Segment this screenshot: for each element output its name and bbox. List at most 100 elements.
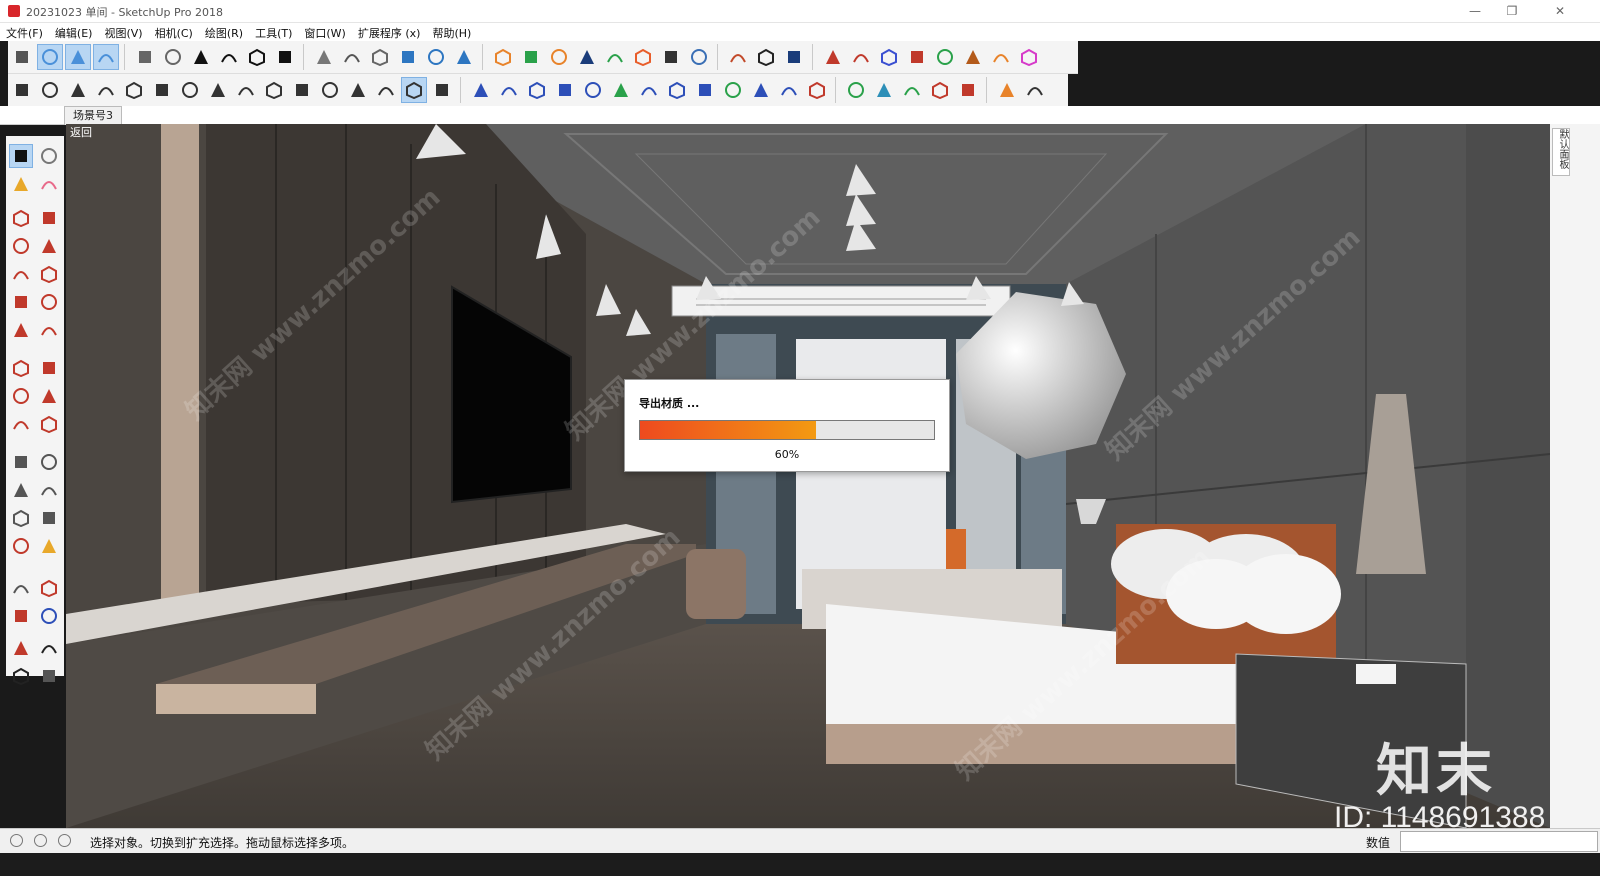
shape-rhombus-icon[interactable] [65,77,91,103]
3d-warehouse-icon[interactable] [602,44,628,70]
left-view-icon[interactable] [272,44,298,70]
rectangle-icon[interactable] [9,234,33,258]
default-tray-tab[interactable]: 默认面板 [1552,128,1570,176]
curve-cross-icon[interactable] [580,77,606,103]
zoom-extents-icon[interactable] [9,604,33,628]
section-plane-icon[interactable] [37,664,61,688]
shape-drop-icon[interactable] [205,77,231,103]
curve-rect-icon[interactable] [636,77,662,103]
refresh-sync-icon[interactable] [518,44,544,70]
geo-location-icon[interactable] [10,834,23,847]
arc-2pt-icon[interactable] [37,290,61,314]
mail-icon[interactable] [753,44,779,70]
sandbox-x-icon[interactable] [988,44,1014,70]
curve-zig-green-icon[interactable] [720,77,746,103]
curve-hump-icon[interactable] [776,77,802,103]
polygon-icon[interactable] [871,77,897,103]
zoom-window-icon[interactable] [37,576,61,600]
shape-pentagon-icon[interactable] [317,77,343,103]
settings-gear-icon[interactable] [725,44,751,70]
look-around-icon[interactable] [37,636,61,660]
sandbox-n-icon[interactable] [960,44,986,70]
shape-triangle-icon[interactable] [93,77,119,103]
menu-window[interactable]: 窗口(W) [298,23,351,41]
eraser-icon[interactable] [37,172,61,196]
polyline-icon[interactable] [843,77,869,103]
wrench-icon[interactable] [899,77,925,103]
back-edges-icon[interactable] [65,44,91,70]
viewport-back-label[interactable]: 返回 [70,124,92,140]
extension-warehouse-icon[interactable] [490,44,516,70]
add-location-icon[interactable] [574,44,600,70]
right-view-icon[interactable] [216,44,242,70]
back-view-icon[interactable] [244,44,270,70]
pie-icon[interactable] [37,318,61,342]
shape-cup-icon[interactable] [177,77,203,103]
shaded-texture-icon[interactable] [423,44,449,70]
scene-tab[interactable]: 场景号3 [64,106,122,125]
wireframe-mode-icon[interactable] [339,44,365,70]
shape-ellipse-icon[interactable] [289,77,315,103]
pan-hand-icon[interactable] [37,534,61,558]
model-viewport[interactable]: 返回 知末网 www.znzmo.com 知末网 www.znzmo.com 知… [66,124,1550,828]
color-palette-icon[interactable] [994,77,1020,103]
dimension-icon[interactable] [37,450,61,474]
user-account-icon[interactable] [58,834,71,847]
component-icon[interactable] [37,144,61,168]
iso-view-icon[interactable] [132,44,158,70]
front-view-icon[interactable] [188,44,214,70]
sandbox-equal-icon[interactable] [848,44,874,70]
cloud-upload-icon[interactable] [686,44,712,70]
shape-dome-icon[interactable] [233,77,259,103]
3d-text-icon[interactable] [37,506,61,530]
shape-sphere-icon[interactable] [345,77,371,103]
info-icon[interactable] [781,44,807,70]
close-button[interactable]: ✕ [1540,0,1580,22]
protractor-icon[interactable] [9,478,33,502]
move-icon[interactable] [9,356,33,380]
send-to-layout-icon[interactable] [546,44,572,70]
curve-bend-icon[interactable] [748,77,774,103]
menu-help[interactable]: 帮助(H) [426,23,477,41]
sandbox-up-icon[interactable] [820,44,846,70]
menu-view[interactable]: 视图(V) [98,23,148,41]
paint-bucket-icon[interactable] [9,172,33,196]
shape-u-icon[interactable] [429,77,455,103]
shaded-icon[interactable] [395,44,421,70]
rotate-icon[interactable] [9,384,33,408]
sandbox-r-icon[interactable] [904,44,930,70]
hidden-line-icon[interactable] [367,44,393,70]
shape-geodesic-icon[interactable] [373,77,399,103]
menu-camera[interactable]: 相机(C) [149,23,199,41]
sandbox-j-icon[interactable] [876,44,902,70]
orbit-target-icon[interactable] [9,44,35,70]
xray-mode-icon[interactable] [311,44,337,70]
polygon-tool-icon[interactable] [37,262,61,286]
restore-button[interactable]: ❐ [1492,0,1532,22]
push-pull-icon[interactable] [37,356,61,380]
scale-icon[interactable] [9,412,33,436]
orbit-icon[interactable] [9,534,33,558]
text-tool-icon[interactable] [37,478,61,502]
circle-red-icon[interactable] [927,77,953,103]
monochrome-icon[interactable] [451,44,477,70]
shape-box-icon[interactable] [121,77,147,103]
circle-tool-icon[interactable] [9,262,33,286]
menu-draw[interactable]: 绘图(R) [199,23,249,41]
menu-edit[interactable]: 编辑(E) [49,23,99,41]
menu-file[interactable]: 文件(F) [0,23,49,41]
menu-tools[interactable]: 工具(T) [249,23,298,41]
curve-s-icon[interactable] [552,77,578,103]
menu-extensions[interactable]: 扩展程序 (x) [352,23,427,41]
arc-icon[interactable] [9,290,33,314]
arc-3pt-icon[interactable] [9,318,33,342]
minimize-button[interactable]: — [1455,0,1495,22]
select-arrow-icon[interactable] [9,144,33,168]
shape-gem-icon[interactable] [401,77,427,103]
wireframe-cube-icon[interactable] [93,44,119,70]
shape-circle-icon[interactable] [149,77,175,103]
position-camera-icon[interactable] [9,636,33,660]
sandbox-f-icon[interactable] [1016,44,1042,70]
pencil-line-icon[interactable] [9,206,33,230]
curve-arch-icon[interactable] [468,77,494,103]
